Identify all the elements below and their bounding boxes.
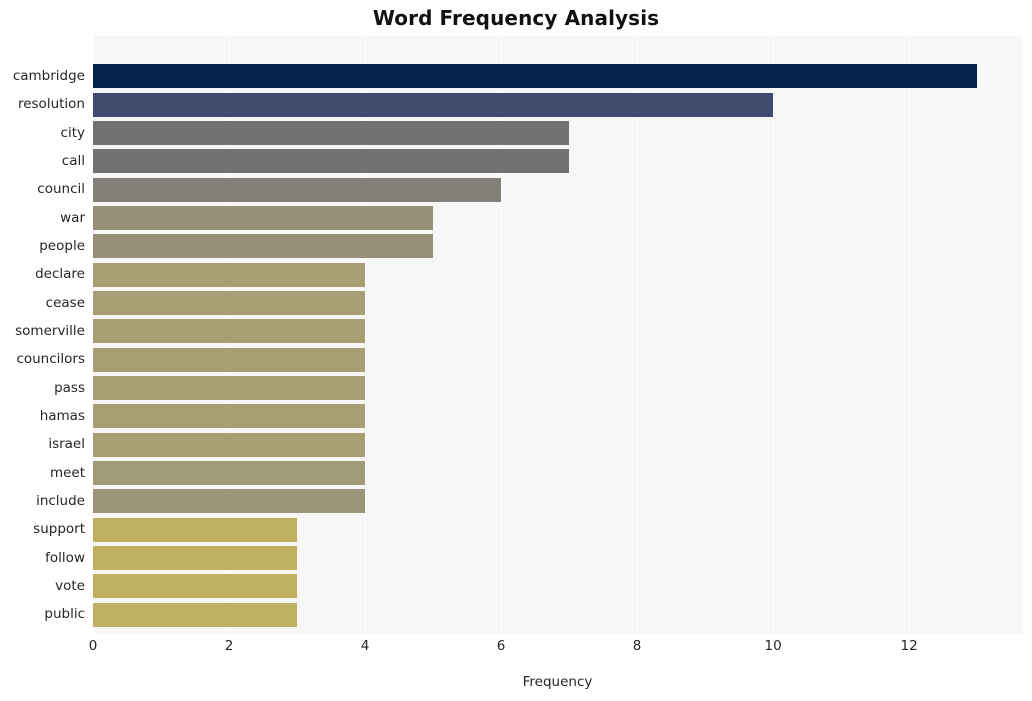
bar-row[interactable] [93,572,1022,601]
y-tick-label-cease: cease [45,294,85,311]
bar-call[interactable] [93,149,570,174]
y-tick-label-israel: israel [48,436,85,453]
bar-follow[interactable] [93,545,298,570]
bar-cease[interactable] [93,290,366,315]
x-tick-label-12: 12 [900,638,918,654]
bar-row[interactable] [93,204,1022,233]
x-tick-label-6: 6 [496,638,506,654]
bar-city[interactable] [93,120,570,145]
y-tick-label-public: public [44,606,85,623]
bar-row[interactable] [93,374,1022,403]
y-tick-label-meet: meet [49,464,85,481]
y-tick-label-include: include [36,493,85,510]
bar-meet[interactable] [93,460,366,485]
bar-war[interactable] [93,205,434,230]
bar-row[interactable] [93,544,1022,573]
bar-somerville[interactable] [93,319,366,344]
x-axis-tick-labels: 0 2 4 6 8 10 12 [89,638,1022,662]
bar-council[interactable] [93,177,502,202]
bar-pass[interactable] [93,375,366,400]
x-axis-title: Frequency [522,674,593,690]
bar-row[interactable] [93,600,1022,629]
bar-resolution[interactable] [93,92,774,117]
y-tick-label-councilors: councilors [16,351,85,368]
bar-row[interactable] [93,515,1022,544]
bar-hamas[interactable] [93,404,366,429]
y-tick-label-vote: vote [55,578,85,595]
bar-row[interactable] [93,289,1022,318]
x-tick-label-8: 8 [632,638,642,654]
bar-support[interactable] [93,517,298,542]
word-frequency-bar-chart: Word Frequency Analysis cambridge resolut… [0,0,1032,701]
bar-row[interactable] [93,119,1022,148]
bar-row[interactable] [93,62,1022,91]
bar-row[interactable] [93,175,1022,204]
bar-public[interactable] [93,602,298,627]
y-tick-label-people: people [39,238,85,255]
bar-declare[interactable] [93,262,366,287]
bar-people[interactable] [93,234,434,259]
bar-vote[interactable] [93,574,298,599]
y-tick-label-follow: follow [45,549,85,566]
chart-title: Word Frequency Analysis [372,6,660,30]
y-tick-label-war: war [60,209,85,226]
y-tick-label-call: call [61,153,85,170]
y-tick-label-declare: declare [35,266,85,283]
y-tick-label-pass: pass [54,379,85,396]
y-tick-label-council: council [37,181,85,198]
bar-row[interactable] [93,402,1022,431]
bar-row[interactable] [93,260,1022,289]
bar-councilors[interactable] [93,347,366,372]
bar-row[interactable] [93,487,1022,516]
y-tick-label-city: city [60,124,85,141]
y-axis-tick-labels: cambridge resolution city call council war peo… [0,36,85,634]
bar-cambridge[interactable] [93,64,978,89]
bar-row[interactable] [93,147,1022,176]
bar-row[interactable] [93,317,1022,346]
bar-row[interactable] [93,90,1022,119]
y-tick-label-somerville: somerville [15,323,85,340]
bar-include[interactable] [93,489,366,514]
x-tick-label-2: 2 [224,638,234,654]
y-tick-label-cambridge: cambridge [12,68,85,84]
bar-row[interactable] [93,459,1022,488]
bar-row[interactable] [93,345,1022,374]
x-tick-label-10: 10 [764,638,782,654]
x-tick-label-0: 0 [88,638,98,654]
y-tick-label-support: support [33,521,85,538]
bar-israel[interactable] [93,432,366,457]
y-tick-label-hamas: hamas [39,408,85,425]
plot-area [93,36,1022,634]
bar-row[interactable] [93,232,1022,261]
y-tick-label-resolution: resolution [17,96,85,113]
x-tick-label-4: 4 [360,638,370,654]
bar-row[interactable] [93,430,1022,459]
